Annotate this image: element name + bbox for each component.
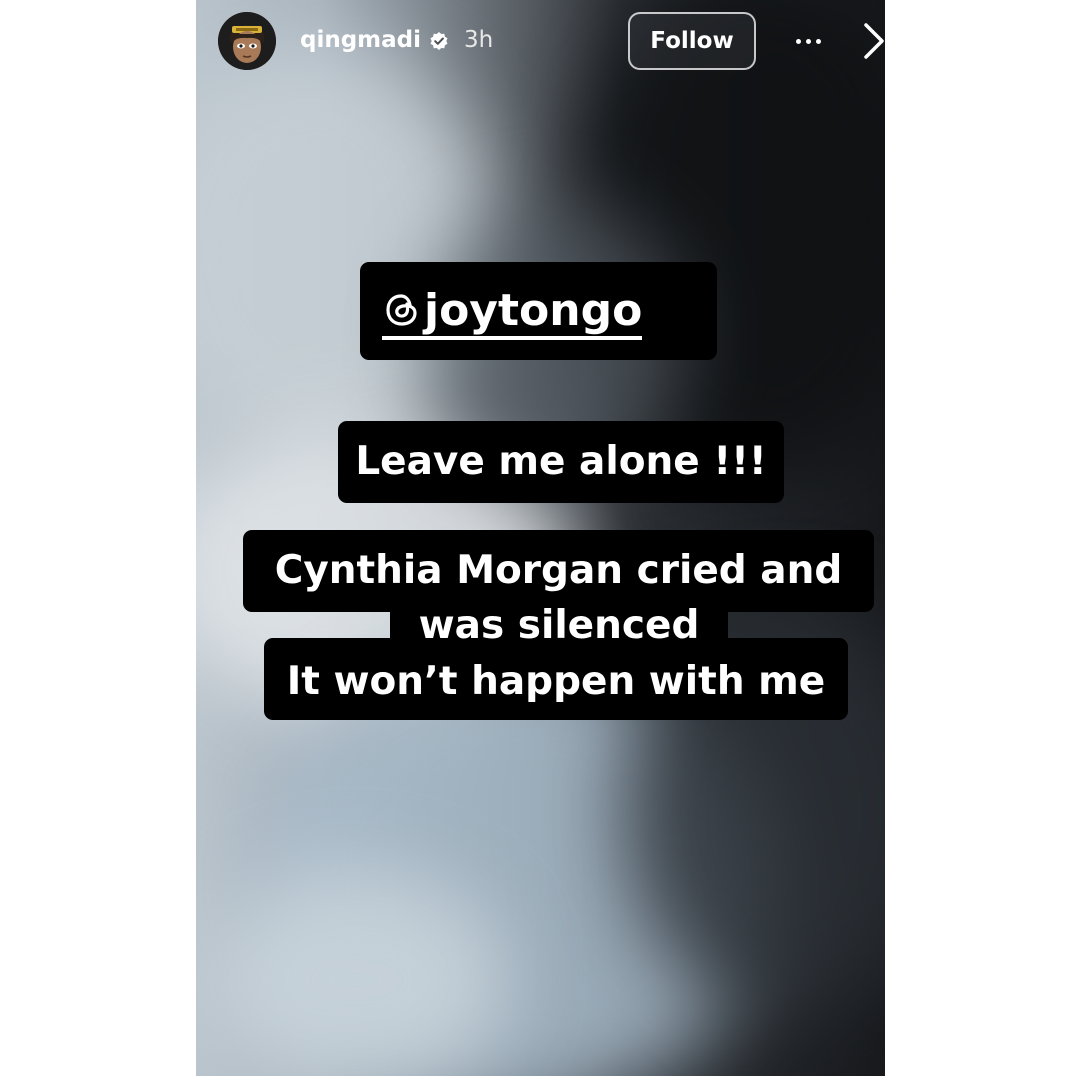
story-viewer[interactable]: qingmadi 3h Follow joytongo Leave me alo…	[196, 0, 885, 1076]
dot	[795, 38, 801, 44]
chevron-right-icon[interactable]	[860, 20, 885, 62]
mention-link[interactable]: joytongo	[382, 285, 643, 340]
more-options-icon[interactable]	[788, 24, 828, 58]
page: qingmadi 3h Follow joytongo Leave me alo…	[0, 0, 1080, 1076]
username[interactable]: qingmadi	[300, 26, 421, 54]
background-blur	[206, 870, 506, 1076]
mention-sticker[interactable]: joytongo	[360, 262, 717, 360]
mention-username: joytongo	[424, 285, 643, 336]
text-sticker-line: was silenced	[390, 600, 728, 652]
avatar[interactable]	[218, 12, 276, 70]
threads-icon	[386, 294, 417, 326]
text-sticker-leave: Leave me alone !!!	[338, 421, 784, 503]
dot	[815, 38, 821, 44]
follow-button[interactable]: Follow	[628, 12, 756, 70]
story-header: qingmadi 3h Follow	[196, 0, 885, 84]
timestamp: 3h	[464, 27, 494, 53]
verified-badge-icon	[430, 32, 448, 50]
avatar-image	[218, 12, 276, 70]
dot	[805, 38, 811, 44]
